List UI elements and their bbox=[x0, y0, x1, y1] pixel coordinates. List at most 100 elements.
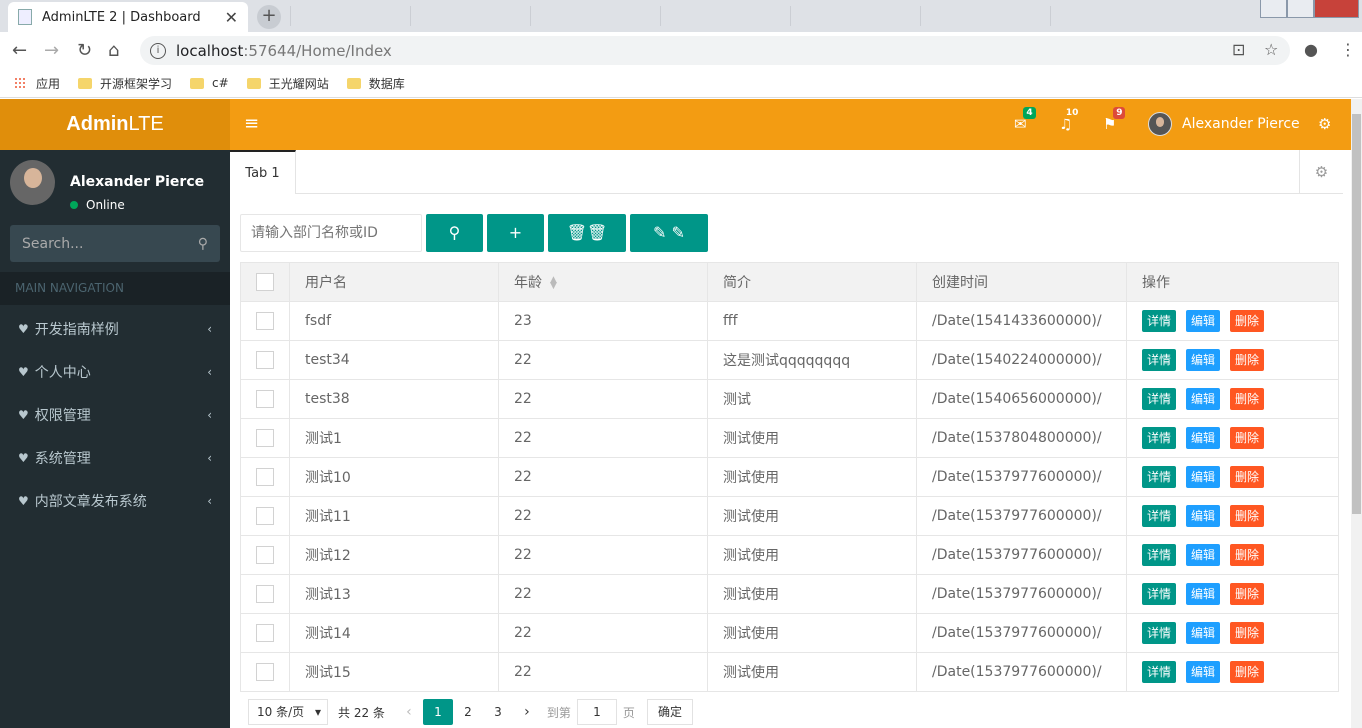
row-checkbox[interactable] bbox=[256, 546, 274, 564]
row-delete-button[interactable]: 删除 bbox=[1230, 427, 1265, 449]
row-edit-button[interactable]: 编辑 bbox=[1186, 466, 1221, 488]
detail-button[interactable]: 详情 bbox=[1142, 622, 1177, 644]
address-bar[interactable]: i localhost:57644/Home/Index bbox=[140, 36, 1290, 65]
row-checkbox[interactable] bbox=[256, 429, 274, 447]
bookmark-folder[interactable]: 开源框架学习 bbox=[78, 75, 172, 92]
browser-tab-active[interactable]: AdminLTE 2 | Dashboard ✕ bbox=[8, 2, 248, 32]
page-scrollbar[interactable] bbox=[1351, 99, 1362, 728]
detail-button[interactable]: 详情 bbox=[1142, 349, 1177, 371]
close-window-button[interactable] bbox=[1314, 0, 1359, 18]
home-icon[interactable]: ⌂ bbox=[108, 40, 119, 61]
row-edit-button[interactable]: 编辑 bbox=[1186, 310, 1221, 332]
detail-button[interactable]: 详情 bbox=[1142, 427, 1177, 449]
select-all-checkbox[interactable] bbox=[256, 273, 274, 291]
row-edit-button[interactable]: 编辑 bbox=[1186, 622, 1221, 644]
row-checkbox[interactable] bbox=[256, 390, 274, 408]
row-delete-button[interactable]: 删除 bbox=[1230, 544, 1265, 566]
background-tab[interactable] bbox=[290, 6, 410, 26]
sidebar-item-permissions[interactable]: ♥ 权限管理 ‹ bbox=[0, 393, 230, 436]
back-arrow-icon[interactable]: ← bbox=[12, 40, 27, 61]
row-edit-button[interactable]: 编辑 bbox=[1186, 505, 1221, 527]
browser-menu-icon[interactable]: ⋮ bbox=[1340, 40, 1356, 59]
user-menu[interactable]: Alexander Pierce bbox=[1148, 112, 1300, 136]
sidebar-search-input[interactable]: Search... ⚲ bbox=[10, 225, 220, 262]
sidebar-item-dev-guide[interactable]: ♥ 开发指南样例 ‹ bbox=[0, 307, 230, 350]
detail-button[interactable]: 详情 bbox=[1142, 544, 1177, 566]
row-delete-button[interactable]: 删除 bbox=[1230, 505, 1265, 527]
background-tab[interactable] bbox=[530, 6, 650, 26]
row-edit-button[interactable]: 编辑 bbox=[1186, 583, 1221, 605]
close-tab-icon[interactable]: ✕ bbox=[225, 8, 238, 27]
row-edit-button[interactable]: 编辑 bbox=[1186, 661, 1221, 683]
delete-button[interactable]: 🗑🗑 bbox=[548, 214, 626, 252]
background-tab[interactable] bbox=[410, 6, 530, 26]
goto-confirm-button[interactable]: 确定 bbox=[646, 699, 693, 725]
search-button[interactable]: ⚲ bbox=[426, 214, 483, 252]
flag-icon[interactable]: ⚑ 9 bbox=[1103, 107, 1126, 133]
new-tab-button[interactable]: + bbox=[257, 5, 281, 29]
bookmark-folder[interactable]: 数据库 bbox=[346, 75, 405, 92]
row-checkbox[interactable] bbox=[256, 468, 274, 486]
row-delete-button[interactable]: 删除 bbox=[1230, 349, 1265, 371]
row-delete-button[interactable]: 删除 bbox=[1230, 583, 1265, 605]
detail-button[interactable]: 详情 bbox=[1142, 388, 1177, 410]
row-checkbox[interactable] bbox=[256, 624, 274, 642]
row-checkbox[interactable] bbox=[256, 585, 274, 603]
next-page-icon[interactable]: › bbox=[513, 704, 541, 720]
background-tab[interactable] bbox=[660, 6, 780, 26]
sort-icon[interactable]: ▲ ▼ bbox=[550, 276, 557, 291]
maximize-window-button[interactable] bbox=[1287, 0, 1314, 18]
translate-icon[interactable]: ⊡ bbox=[1232, 40, 1245, 59]
sidebar-item-articles[interactable]: ♥ 内部文章发布系统 ‹ bbox=[0, 479, 230, 522]
detail-button[interactable]: 详情 bbox=[1142, 505, 1177, 527]
sidebar-toggle-icon[interactable]: ≡ bbox=[244, 113, 259, 134]
detail-button[interactable]: 详情 bbox=[1142, 583, 1177, 605]
sidebar-item-system[interactable]: ♥ 系统管理 ‹ bbox=[0, 436, 230, 479]
row-checkbox[interactable] bbox=[256, 351, 274, 369]
row-edit-button[interactable]: 编辑 bbox=[1186, 427, 1221, 449]
edit-button[interactable]: ✎ ✎ bbox=[630, 214, 708, 252]
row-edit-button[interactable]: 编辑 bbox=[1186, 544, 1221, 566]
reload-icon[interactable]: ↻ bbox=[77, 40, 92, 61]
bookmark-folder[interactable]: 王光耀网站 bbox=[246, 75, 329, 92]
background-tab[interactable] bbox=[920, 6, 1040, 26]
gears-icon[interactable]: ⚙ bbox=[1318, 115, 1331, 133]
background-tab[interactable] bbox=[1050, 6, 1170, 26]
bookmark-folder[interactable]: c# bbox=[190, 76, 229, 90]
row-delete-button[interactable]: 删除 bbox=[1230, 661, 1265, 683]
background-tab[interactable] bbox=[790, 6, 910, 26]
row-delete-button[interactable]: 删除 bbox=[1230, 310, 1265, 332]
add-button[interactable]: + bbox=[487, 214, 544, 252]
row-delete-button[interactable]: 删除 bbox=[1230, 466, 1265, 488]
scrollbar-thumb[interactable] bbox=[1352, 114, 1361, 514]
info-icon[interactable]: i bbox=[150, 42, 166, 59]
page-size-select[interactable]: 10 条/页 ▾ bbox=[248, 699, 328, 725]
dept-search-input[interactable] bbox=[240, 214, 422, 252]
bell-icon[interactable]: ♫ 10 bbox=[1059, 107, 1082, 133]
detail-button[interactable]: 详情 bbox=[1142, 310, 1177, 332]
page-2[interactable]: 2 bbox=[453, 699, 483, 725]
page-1[interactable]: 1 bbox=[422, 699, 453, 725]
goto-page-input[interactable]: 1 bbox=[576, 699, 617, 725]
row-delete-button[interactable]: 删除 bbox=[1230, 388, 1265, 410]
minimize-window-button[interactable] bbox=[1260, 0, 1287, 18]
row-checkbox[interactable] bbox=[256, 312, 274, 330]
row-checkbox[interactable] bbox=[256, 663, 274, 681]
row-checkbox[interactable] bbox=[256, 507, 274, 525]
search-icon[interactable]: ⚲ bbox=[198, 236, 208, 252]
tab-1[interactable]: Tab 1 bbox=[230, 150, 296, 194]
profile-icon[interactable]: ● bbox=[1304, 40, 1318, 59]
row-edit-button[interactable]: 编辑 bbox=[1186, 388, 1221, 410]
detail-button[interactable]: 详情 bbox=[1142, 466, 1177, 488]
app-logo[interactable]: AdminLTE bbox=[0, 99, 230, 150]
mail-icon[interactable]: ✉ 4 bbox=[1014, 107, 1036, 133]
page-3[interactable]: 3 bbox=[483, 699, 513, 725]
detail-button[interactable]: 详情 bbox=[1142, 661, 1177, 683]
col-age[interactable]: 年龄 ▲ ▼ bbox=[498, 262, 708, 302]
prev-page-icon[interactable]: ‹ bbox=[395, 704, 423, 720]
sidebar-item-personal[interactable]: ♥ 个人中心 ‹ bbox=[0, 350, 230, 393]
row-delete-button[interactable]: 删除 bbox=[1230, 622, 1265, 644]
bookmark-apps[interactable]: 应用 bbox=[14, 75, 60, 92]
tab-settings-gear-icon[interactable]: ⚙ bbox=[1299, 150, 1343, 194]
row-edit-button[interactable]: 编辑 bbox=[1186, 349, 1221, 371]
